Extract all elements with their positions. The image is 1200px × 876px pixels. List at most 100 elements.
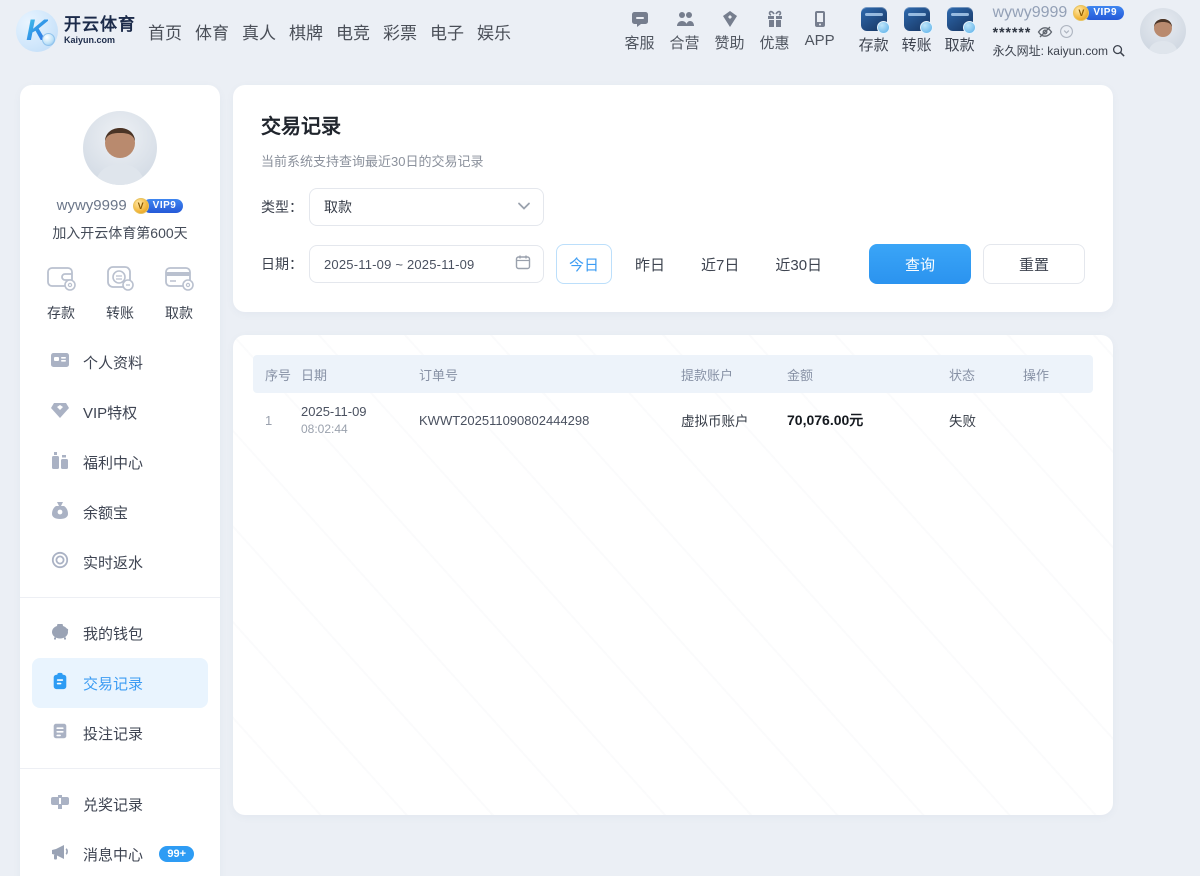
col-header-index: 序号	[253, 365, 301, 384]
username-text: wywy9999	[993, 4, 1068, 22]
sidebar-item-benefits-label: 福利中心	[83, 452, 143, 473]
sidebar-item-bets[interactable]: 投注记录	[32, 708, 208, 758]
filter-action-buttons: 查询 重置	[869, 244, 1085, 284]
row-date: 2025-11-09	[301, 404, 419, 419]
query-button[interactable]: 查询	[869, 244, 971, 284]
range-today-button[interactable]: 今日	[556, 244, 612, 284]
row-status: 失败	[949, 410, 1023, 430]
main-area: 交易记录 当前系统支持查询最近30日的交易记录 类型： 取款 日期： 2025-…	[233, 85, 1113, 815]
nav-entertainment[interactable]: 娱乐	[477, 19, 511, 44]
sidebar-item-yuebao[interactable]: 余额宝	[32, 487, 208, 537]
row-account: 虚拟币账户	[681, 410, 787, 430]
search-icon[interactable]	[1111, 43, 1126, 58]
sidebar-deposit-button[interactable]: 存款	[46, 265, 76, 323]
brand-name-cn: 开云体育	[64, 16, 136, 34]
quick-range-group: 今日 昨日 近7日 近30日	[556, 244, 835, 284]
nav-sports[interactable]: 体育	[195, 19, 229, 44]
header-wallet-actions: 存款 转账 取款	[859, 7, 975, 55]
transfer-card-icon	[904, 7, 930, 31]
piggy-bank-icon	[50, 622, 70, 644]
customer-service-button[interactable]: 客服	[625, 9, 655, 53]
nav-home[interactable]: 首页	[148, 19, 182, 44]
sponsor-button[interactable]: 赞助	[715, 9, 745, 53]
sidebar-deposit-label: 存款	[47, 303, 75, 323]
type-select-value: 取款	[324, 197, 517, 217]
vip-badge[interactable]: V VIP9	[1073, 5, 1124, 21]
row-order-no: KWWT202511090802444298	[419, 413, 681, 428]
table-row: 1 2025-11-09 08:02:44 KWWT20251109080244…	[253, 393, 1093, 447]
reset-button[interactable]: 重置	[983, 244, 1085, 284]
profile-vip-badge[interactable]: V VIP9	[133, 198, 184, 214]
sidebar-item-vip-label: VIP特权	[83, 402, 137, 423]
messages-count-badge: 99+	[159, 846, 194, 862]
sidebar-item-yuebao-label: 余额宝	[83, 502, 128, 523]
promotions-button[interactable]: 优惠	[760, 9, 790, 53]
target-circle-icon	[50, 551, 70, 573]
refresh-balance-icon[interactable]	[1059, 24, 1074, 39]
chevron-down-icon	[517, 198, 531, 216]
range-yesterday-button[interactable]: 昨日	[622, 244, 678, 284]
deposit-button-header[interactable]: 存款	[859, 7, 889, 55]
brand-name-en: Kaiyun.com	[64, 36, 136, 45]
app-label: APP	[805, 32, 835, 49]
partners-button[interactable]: 合营	[670, 9, 700, 53]
records-table-card: 序号 日期 订单号 提款账户 金额 状态 操作 1 2025-11-09 08:…	[233, 335, 1113, 815]
date-range-value: 2025-11-09 ~ 2025-11-09	[324, 257, 515, 272]
sidebar-item-prizes[interactable]: 兑奖记录	[32, 779, 208, 829]
card-outline-icon	[164, 265, 194, 296]
nav-lottery[interactable]: 彩票	[383, 19, 417, 44]
masked-balance: ******	[993, 24, 1032, 40]
range-7days-button[interactable]: 近7日	[688, 244, 752, 284]
header-quick-links: 客服 合营 赞助 优惠 APP	[625, 9, 835, 53]
nav-card-games[interactable]: 棋牌	[289, 19, 323, 44]
col-header-amount: 金额	[787, 365, 949, 384]
vip-medal-icon: V	[1073, 5, 1089, 21]
profile-vip-level: VIP9	[143, 199, 184, 213]
eye-slash-icon[interactable]	[1037, 24, 1053, 40]
permanent-url-text: 永久网址: kaiyun.com	[993, 42, 1108, 59]
sidebar-item-benefits[interactable]: 福利中心	[32, 437, 208, 487]
type-label: 类型：	[261, 197, 309, 217]
vip-level-label: VIP9	[1083, 6, 1124, 20]
chat-icon	[630, 9, 650, 29]
wallet-outline-icon	[46, 265, 76, 296]
sidebar-item-transactions[interactable]: 交易记录	[32, 658, 208, 708]
sidebar-item-rebate[interactable]: 实时返水	[32, 537, 208, 587]
sidebar-divider	[20, 768, 220, 769]
nav-slots[interactable]: 电子	[430, 19, 464, 44]
date-range-input[interactable]: 2025-11-09 ~ 2025-11-09	[309, 245, 544, 283]
main-nav: 首页 体育 真人 棋牌 电竞 彩票 电子 娱乐	[148, 19, 511, 44]
type-select[interactable]: 取款	[309, 188, 544, 226]
sidebar-item-prizes-label: 兑奖记录	[83, 794, 143, 815]
col-header-action: 操作	[1023, 365, 1093, 384]
sidebar-divider	[20, 597, 220, 598]
app-download-button[interactable]: APP	[805, 9, 835, 53]
sidebar-withdraw-button[interactable]: 取款	[164, 265, 194, 323]
nav-live-casino[interactable]: 真人	[242, 19, 276, 44]
partners-label: 合营	[670, 32, 700, 53]
sponsor-label: 赞助	[715, 32, 745, 53]
sidebar-item-messages[interactable]: 消息中心 99+	[32, 829, 208, 876]
sidebar-item-wallet[interactable]: 我的钱包	[32, 608, 208, 658]
joined-days-text: 加入开云体育第600天	[20, 223, 220, 243]
sidebar-transfer-label: 转账	[106, 303, 134, 323]
nav-esports[interactable]: 电竞	[336, 19, 370, 44]
sidebar-menu: 个人资料 VIP特权 福利中心 余额宝	[20, 337, 220, 876]
profile-vip-medal-icon: V	[133, 198, 149, 214]
row-index: 1	[253, 413, 301, 428]
sidebar-item-vip[interactable]: VIP特权	[32, 387, 208, 437]
withdraw-button-header[interactable]: 取款	[945, 7, 975, 55]
withdraw-card-icon	[947, 7, 973, 31]
transfer-button-header[interactable]: 转账	[902, 7, 932, 55]
sidebar-item-profile[interactable]: 个人资料	[32, 337, 208, 387]
customer-service-label: 客服	[625, 32, 655, 53]
sidebar-transfer-button[interactable]: 转账	[105, 265, 135, 323]
user-avatar[interactable]	[1140, 8, 1186, 54]
brand-logo[interactable]: K 开云体育 Kaiyun.com	[16, 10, 136, 52]
soccer-ball-icon	[42, 33, 55, 46]
profile-avatar[interactable]	[83, 111, 157, 185]
sidebar-quick-actions: 存款 转账 取款	[20, 265, 220, 323]
type-filter-row: 类型： 取款	[261, 188, 1085, 226]
row-time: 08:02:44	[301, 422, 419, 436]
range-30days-button[interactable]: 近30日	[762, 244, 835, 284]
